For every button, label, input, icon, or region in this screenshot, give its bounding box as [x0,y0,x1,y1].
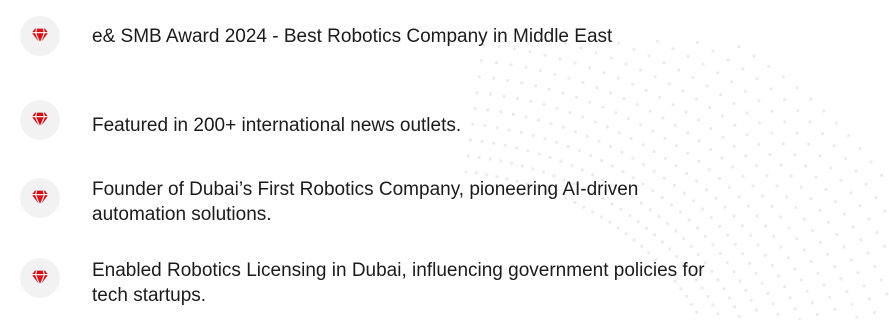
achievement-text: Enabled Robotics Licensing in Dubai, inf… [92,260,705,306]
diamond-icon [20,258,60,298]
diamond-icon [20,178,60,218]
diamond-icon [20,16,60,56]
diamond-icon [20,100,60,140]
list-item: Enabled Robotics Licensing in Dubai, inf… [0,254,889,314]
achievements-list: e& SMB Award 2024 - Best Robotics Compan… [0,0,889,320]
list-item: Featured in 200+ international news outl… [0,100,889,150]
list-item: e& SMB Award 2024 - Best Robotics Compan… [0,14,889,64]
achievement-text: e& SMB Award 2024 - Best Robotics Compan… [92,26,613,47]
achievement-text: Founder of Dubai’s First Robotics Compan… [92,179,639,225]
achievement-text: Featured in 200+ international news outl… [92,115,462,136]
list-item: Founder of Dubai’s First Robotics Compan… [0,174,889,234]
